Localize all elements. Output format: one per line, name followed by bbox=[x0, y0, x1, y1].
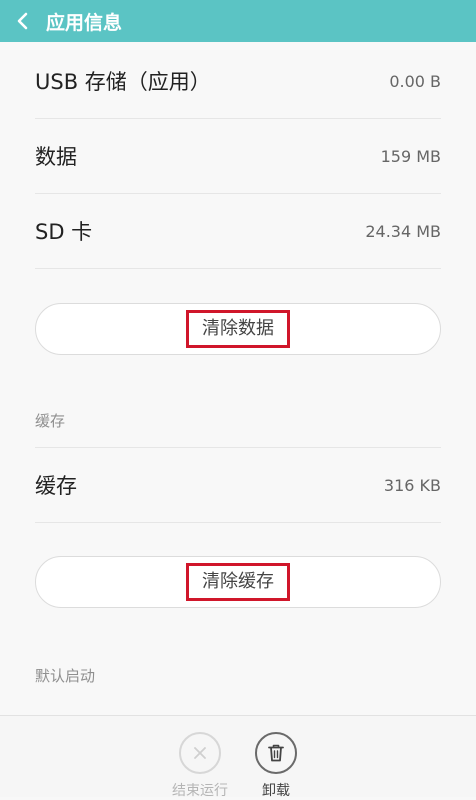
bottom-action-bar: 结束运行 卸载 bbox=[0, 715, 476, 800]
usb-storage-value: 0.00 B bbox=[389, 71, 441, 91]
usb-storage-label: USB 存储（应用） bbox=[35, 70, 211, 94]
cache-row: 缓存 316 KB bbox=[35, 448, 441, 523]
close-icon bbox=[179, 732, 221, 774]
back-chevron-icon[interactable] bbox=[4, 0, 40, 42]
uninstall-action[interactable]: 卸载 bbox=[236, 732, 316, 800]
clear-cache-label: 清除缓存 bbox=[186, 563, 290, 601]
page-title: 应用信息 bbox=[46, 11, 123, 34]
sd-card-value: 24.34 MB bbox=[365, 221, 441, 241]
force-stop-label: 结束运行 bbox=[172, 783, 228, 799]
force-stop-action[interactable]: 结束运行 bbox=[160, 732, 240, 800]
data-label: 数据 bbox=[35, 145, 77, 169]
app-bar: 应用信息 bbox=[0, 0, 476, 42]
clear-cache-button[interactable]: 清除缓存 bbox=[35, 556, 441, 608]
default-launch-section-header: 默认启动 bbox=[35, 666, 96, 685]
cache-label: 缓存 bbox=[35, 474, 77, 498]
data-value: 159 MB bbox=[380, 146, 441, 166]
sd-card-label: SD 卡 bbox=[35, 220, 93, 244]
cache-section-header: 缓存 bbox=[35, 394, 441, 448]
clear-data-label: 清除数据 bbox=[186, 310, 290, 348]
cache-value: 316 KB bbox=[383, 475, 441, 495]
storage-row-sd-card: SD 卡 24.34 MB bbox=[35, 194, 441, 269]
clear-data-button[interactable]: 清除数据 bbox=[35, 303, 441, 355]
storage-row-data: 数据 159 MB bbox=[35, 119, 441, 194]
uninstall-label: 卸载 bbox=[262, 783, 290, 799]
storage-row-usb: USB 存储（应用） 0.00 B bbox=[35, 44, 441, 119]
trash-icon bbox=[255, 732, 297, 774]
